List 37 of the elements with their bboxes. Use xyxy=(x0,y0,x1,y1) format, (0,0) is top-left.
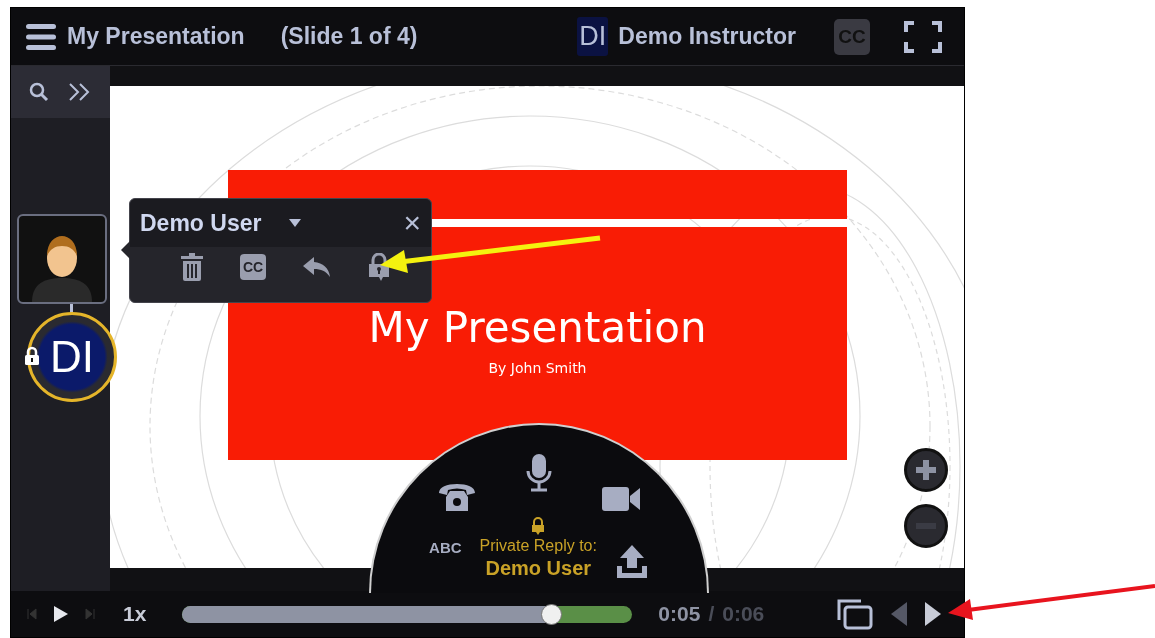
popup-user-name: Demo User xyxy=(140,209,262,237)
menu-icon[interactable] xyxy=(25,21,57,52)
playback-speed-button[interactable]: 1x xyxy=(123,602,147,626)
video-camera-icon[interactable] xyxy=(601,485,641,513)
reply-recipient: Demo User xyxy=(485,557,592,580)
microphone-icon[interactable] xyxy=(525,453,553,493)
play-icon[interactable] xyxy=(53,605,69,623)
lock-icon xyxy=(531,517,546,535)
captions-icon[interactable]: CC xyxy=(240,254,267,280)
user-avatar[interactable] xyxy=(17,214,107,304)
progress-handle[interactable] xyxy=(541,603,563,625)
trash-icon[interactable] xyxy=(180,253,204,281)
slide-subtitle: By John Smith xyxy=(488,360,587,376)
search-icon[interactable] xyxy=(28,82,49,102)
close-button[interactable]: × xyxy=(403,208,421,238)
private-message-lock-icon[interactable] xyxy=(368,253,391,281)
instructor-name: Demo Instructor xyxy=(618,23,796,50)
plus-icon xyxy=(915,459,937,481)
windows-icon[interactable] xyxy=(836,598,874,630)
slide-title: My Presentation xyxy=(368,303,707,352)
private-reply-label: Private Reply to: xyxy=(479,537,597,555)
instructor-initials: DI xyxy=(577,17,609,56)
upload-icon[interactable] xyxy=(614,544,649,580)
time-separator: / xyxy=(708,602,715,626)
presentation-title: My Presentation xyxy=(67,23,245,50)
text-format-button[interactable]: ABC xyxy=(429,539,462,556)
progress-track[interactable] xyxy=(182,605,633,623)
previous-slide-icon[interactable] xyxy=(890,601,908,627)
next-slide-icon[interactable] xyxy=(924,601,942,627)
zoom-in-button[interactable] xyxy=(904,448,948,492)
zoom-out-button[interactable] xyxy=(904,504,948,548)
phone-icon[interactable] xyxy=(437,483,477,513)
fullscreen-icon[interactable] xyxy=(904,20,942,53)
reply-icon[interactable] xyxy=(302,256,333,278)
current-time: 0:05 xyxy=(658,602,701,626)
slide-counter: (Slide 1 of 4) xyxy=(280,23,418,50)
total-time: 0:06 xyxy=(722,602,765,626)
